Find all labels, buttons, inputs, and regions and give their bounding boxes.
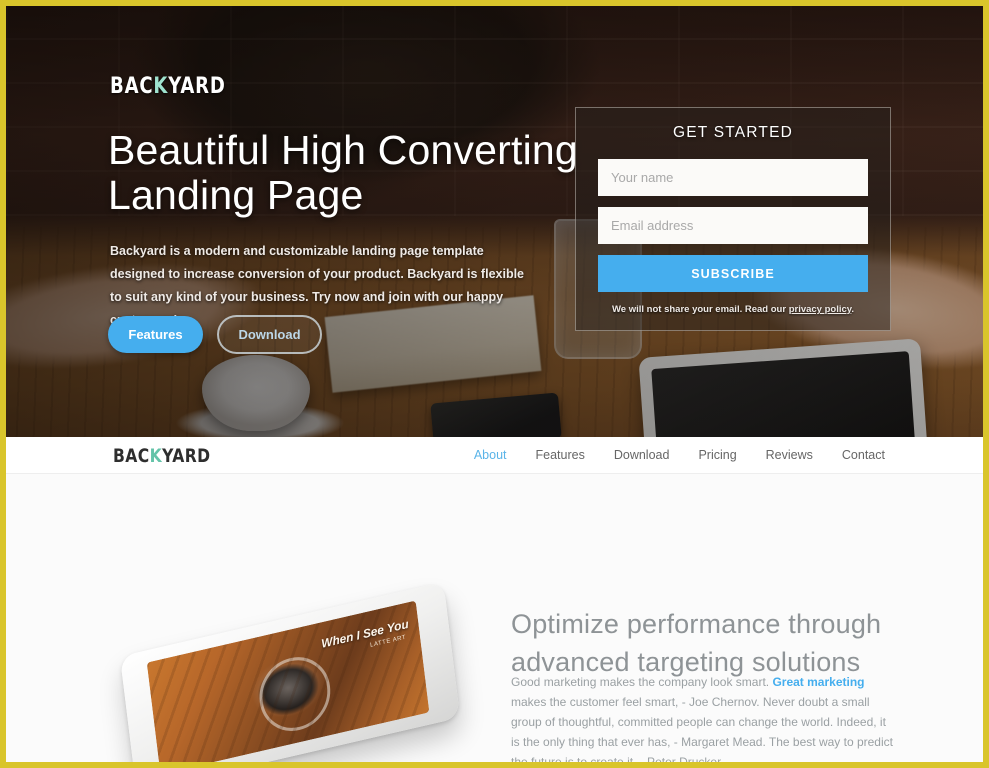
name-input[interactable] <box>598 159 868 196</box>
hero-logo-accent-letter: K <box>153 74 169 99</box>
hero-button-group: Features Download <box>108 315 322 354</box>
navbar-logo-prefix: BAC <box>113 445 150 467</box>
privacy-note-end: . <box>851 304 854 315</box>
nav-item-download[interactable]: Download <box>614 448 670 462</box>
nav-item-reviews[interactable]: Reviews <box>766 448 813 462</box>
subscribe-button[interactable]: SUBSCRIBE <box>598 255 868 292</box>
tablet-screen-title: When I See You <box>320 616 410 651</box>
tablet-screen: When I See You LATTE ART <box>146 600 430 762</box>
tablet-mockup: When I See You LATTE ART <box>119 581 464 762</box>
download-button[interactable]: Download <box>217 315 322 354</box>
section-body-part1: Good marketing makes the company look sm… <box>511 675 773 689</box>
nav-item-contact[interactable]: Contact <box>842 448 885 462</box>
nav-item-about[interactable]: About <box>474 448 507 462</box>
section-heading: Optimize performance through advanced ta… <box>511 609 882 677</box>
privacy-note: We will not share your email. Read our p… <box>598 304 868 315</box>
hero-logo-prefix: BAC <box>110 74 154 99</box>
tablet-body: When I See You LATTE ART <box>119 581 461 762</box>
hero-logo[interactable]: BACKYARD <box>110 74 226 99</box>
hero-logo-suffix: YARD <box>168 74 226 99</box>
main-navbar: BACKYARD About Features Download Pricing… <box>6 437 983 474</box>
about-section: When I See You LATTE ART Optimize perfor… <box>6 474 983 768</box>
navbar-links: About Features Download Pricing Reviews … <box>474 448 885 462</box>
nav-item-features[interactable]: Features <box>536 448 585 462</box>
signup-form-card: GET STARTED SUBSCRIBE We will not share … <box>575 107 891 331</box>
nav-item-pricing[interactable]: Pricing <box>698 448 736 462</box>
navbar-logo-accent-letter: K <box>149 445 163 467</box>
privacy-note-text: We will not share your email. Read our <box>612 304 789 315</box>
section-body-part2: makes the customer feel smart, - Joe Che… <box>511 695 893 768</box>
features-button[interactable]: Features <box>108 316 203 353</box>
hero-headline: Beautiful High Converting Landing Page <box>108 127 578 218</box>
navbar-logo-suffix: YARD <box>162 445 211 467</box>
page-frame: BACKYARD Beautiful High Converting Landi… <box>0 0 989 768</box>
email-input[interactable] <box>598 207 868 244</box>
section-body-text: Good marketing makes the company look sm… <box>511 672 896 768</box>
form-title: GET STARTED <box>673 124 793 141</box>
navbar-logo[interactable]: BACKYARD <box>113 445 211 467</box>
hero-section: BACKYARD Beautiful High Converting Landi… <box>6 6 983 437</box>
section-body-highlight: Great marketing <box>772 675 865 689</box>
privacy-policy-link[interactable]: privacy policy <box>789 304 852 315</box>
